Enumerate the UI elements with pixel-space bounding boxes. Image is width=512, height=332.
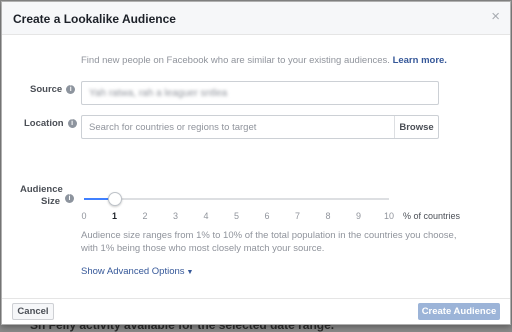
location-label: Location i (24, 118, 77, 130)
source-value: Yah ratwa, rah a leaguer sntlea (89, 88, 228, 99)
show-advanced-options-link[interactable]: Show Advanced Options ▼ (81, 266, 193, 277)
dialog-footer: Cancel Create Audience (2, 298, 510, 324)
caret-down-icon: ▼ (186, 269, 194, 276)
location-placeholder: Search for countries or regions to targe… (89, 122, 257, 133)
audience-size-label-text: Size (40, 196, 60, 207)
info-icon[interactable]: i (65, 194, 74, 203)
source-label: Source i (30, 84, 76, 96)
show-advanced-options-label: Show Advanced Options (81, 266, 185, 277)
cancel-button[interactable]: Cancel (12, 303, 54, 320)
browse-button[interactable]: Browse (394, 116, 438, 138)
intro-text: Find new people on Facebook who are simi… (81, 55, 447, 66)
audience-size-label-line2: Size (20, 196, 60, 208)
percent-of-countries-label: % of countries (403, 211, 461, 221)
slider-tick-label: 3 (172, 211, 179, 221)
location-search-input[interactable]: Search for countries or regions to targe… (81, 115, 439, 139)
audience-size-label-line1: Audience (20, 184, 63, 195)
info-icon[interactable]: i (66, 84, 76, 94)
learn-more-link[interactable]: Learn more. (393, 55, 447, 66)
source-label-text: Source (30, 84, 63, 95)
slider-tick-label: 0 (81, 211, 87, 221)
close-icon[interactable]: × (491, 9, 500, 24)
dialog-header: Create a Lookalike Audience × (2, 2, 510, 35)
slider-tick-label: 5 (233, 211, 240, 221)
slider-tick-label: 10 (383, 211, 395, 221)
slider-tick-label: 6 (264, 211, 270, 221)
slider-tick-label: 1 (111, 211, 118, 221)
slider-tick-label: 4 (203, 211, 209, 221)
slider-tick-label: 8 (325, 211, 331, 221)
location-label-text: Location (24, 118, 64, 129)
create-audience-button[interactable]: Create Audience (418, 303, 500, 320)
audience-size-slider-thumb[interactable] (107, 192, 122, 206)
audience-size-description: Audience size ranges from 1% to 10% of t… (81, 230, 457, 254)
audience-size-slider-track[interactable] (84, 198, 389, 200)
lookalike-audience-dialog: Create a Lookalike Audience × Find new p… (1, 1, 511, 325)
intro-description: Find new people on Facebook who are simi… (81, 55, 390, 66)
dialog-title: Create a Lookalike Audience (13, 12, 176, 26)
slider-tick-label: 7 (294, 211, 301, 221)
source-input[interactable]: Yah ratwa, rah a leaguer sntlea (81, 81, 439, 105)
info-icon[interactable]: i (67, 118, 77, 128)
slider-tick-label: 9 (355, 211, 362, 221)
slider-tick-label: 2 (142, 211, 148, 221)
audience-size-label: Audience Size (20, 184, 63, 208)
